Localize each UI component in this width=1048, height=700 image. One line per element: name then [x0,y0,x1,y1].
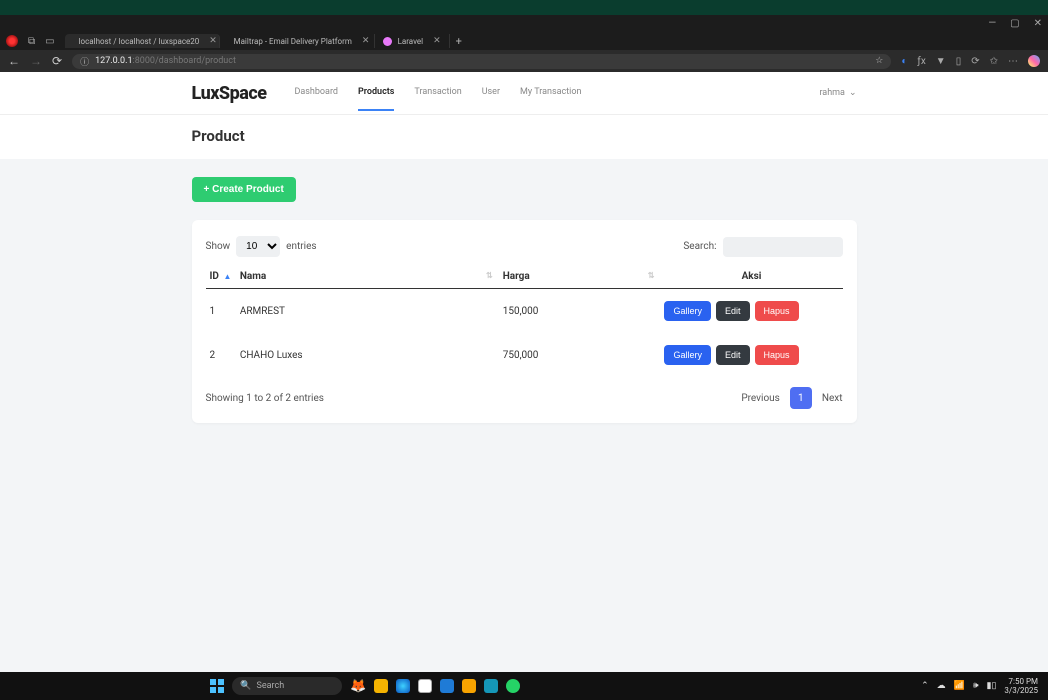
nav-transaction[interactable]: Transaction [414,75,461,111]
taskbar-app-explorer[interactable] [374,679,388,693]
tray-battery-icon[interactable]: ▮▯ [987,681,997,691]
extension-vite-icon[interactable]: ▼ [936,56,946,67]
start-button[interactable] [210,679,224,693]
nav-user[interactable]: User [482,75,500,111]
table-row: 2 CHAHO Luxes 750,000 Gallery Edit Hapus [206,333,843,377]
favorites-icon[interactable]: ✩ [990,56,998,67]
taskbar-search[interactable]: 🔍 Search [232,677,342,695]
back-button[interactable]: ← [8,54,20,68]
cell-id: 2 [206,333,236,377]
address-host: 127.0.0.1 [95,56,132,66]
edit-button[interactable]: Edit [716,301,750,321]
profile-avatar[interactable] [1028,55,1040,67]
taskbar-search-placeholder: Search [257,681,285,691]
cell-harga: 750,000 [499,333,661,377]
win-maximize-button[interactable]: ▢ [1010,18,1019,29]
sort-icon: ⇅ [486,271,493,280]
tray-wifi-icon[interactable]: 📶 [954,681,965,691]
gallery-button[interactable]: Gallery [664,301,711,321]
win-minimize-button[interactable]: — [988,18,996,29]
column-header-harga[interactable]: Harga ⇅ [499,265,661,289]
extension-refresh-icon[interactable]: ⟳ [971,56,979,67]
page-title: Product [192,127,857,145]
delete-button[interactable]: Hapus [755,301,799,321]
reload-button[interactable]: ⟳ [52,54,62,68]
column-header-nama[interactable]: Nama ⇅ [236,265,499,289]
cell-nama: ARMREST [236,289,499,334]
tray-cloud-icon[interactable]: ☁ [937,681,946,691]
browser-app-icon [6,35,18,47]
chevron-down-icon: ⌄ [849,88,857,98]
tab-3-label: Laravel [398,37,424,46]
entries-select[interactable]: 10 [236,236,280,257]
site-info-icon[interactable]: ⓘ [80,55,89,68]
logo[interactable]: LuxSpace [192,83,267,104]
windows-taskbar: 🔍 Search 🦊 ⌃ ☁ 📶 🕪 ▮▯ 7:50 PM 3/3/2025 [0,672,1048,700]
create-product-button[interactable]: + Create Product [192,177,296,202]
pagination-next[interactable]: Next [822,393,843,404]
column-header-aksi: Aksi [660,265,842,289]
tab-2-close-icon[interactable]: ✕ [362,36,370,46]
nav-my-transaction[interactable]: My Transaction [520,75,581,111]
delete-button[interactable]: Hapus [755,345,799,365]
cell-nama: CHAHO Luxes [236,333,499,377]
search-icon: 🔍 [240,681,251,691]
browser-tab-3[interactable]: Laravel ✕ [375,34,450,48]
taskbar-clock[interactable]: 7:50 PM 3/3/2025 [1004,677,1038,695]
sort-icon: ⇅ [648,271,655,280]
favicon-3 [383,37,392,46]
table-row: 1 ARMREST 150,000 Gallery Edit Hapus [206,289,843,334]
clock-time: 7:50 PM [1004,677,1038,686]
cell-harga: 150,000 [499,289,661,334]
column-header-id[interactable]: ID ▲ [206,265,236,289]
user-name: rahma [819,88,845,98]
taskbar-app-store[interactable] [418,679,432,693]
show-label-post: entries [286,241,316,252]
show-label-pre: Show [206,241,231,252]
search-label: Search: [683,241,716,252]
table-info: Showing 1 to 2 of 2 entries [206,393,324,404]
taskbar-app-whatsapp[interactable] [506,679,520,693]
tab-1-label: localhost / localhost / luxspace20 [79,37,200,46]
taskbar-app-vscode[interactable] [440,679,454,693]
tray-chevron-icon[interactable]: ⌃ [921,681,929,691]
clock-date: 3/3/2025 [1004,686,1038,695]
tray-volume-icon[interactable]: 🕪 [973,681,979,691]
tab-3-close-icon[interactable]: ✕ [433,36,441,46]
win-close-button[interactable]: ✕ [1034,18,1042,29]
pagination: Previous 1 Next [741,387,842,409]
taskbar-app-5[interactable] [484,679,498,693]
copilot-icon[interactable]: ◐ [901,56,907,67]
tab-1-close-icon[interactable]: ✕ [209,36,217,46]
sort-asc-icon: ▲ [223,272,231,281]
products-table: ID ▲ Nama ⇅ Harga ⇅ Aksi [206,265,843,377]
address-path: :8000/dashboard/product [133,56,236,66]
taskbar-app-edge[interactable] [396,679,410,693]
nav-dashboard[interactable]: Dashboard [294,75,338,111]
bookmark-star-icon[interactable]: ☆ [875,56,883,66]
tab-2-label: Mailtrap - Email Delivery Platform [234,37,352,46]
library-icon[interactable]: ▭ [45,36,54,47]
product-table-card: Show 10 entries Search: ID ▲ [192,220,857,423]
workspace-icon[interactable]: ⧉ [28,36,35,47]
gallery-button[interactable]: Gallery [664,345,711,365]
edit-button[interactable]: Edit [716,345,750,365]
pagination-page-1[interactable]: 1 [790,387,812,409]
browser-tab-1[interactable]: localhost / localhost / luxspace20 ✕ [65,34,220,48]
browser-menu-icon[interactable]: ⋯ [1008,56,1018,67]
task-view-button[interactable]: 🦊 [350,678,366,694]
top-nav: LuxSpace Dashboard Products Transaction … [0,72,1048,114]
extension-fx-icon[interactable]: ƒx [917,56,925,67]
pagination-prev[interactable]: Previous [741,393,780,404]
address-bar[interactable]: ⓘ 127.0.0.1:8000/dashboard/product ☆ [72,54,891,69]
search-input[interactable] [723,237,843,257]
new-tab-button[interactable]: + [456,35,462,48]
extension-mobile-icon[interactable]: ▯ [956,56,962,67]
taskbar-app-4[interactable] [462,679,476,693]
cell-id: 1 [206,289,236,334]
nav-products[interactable]: Products [358,75,394,111]
browser-tab-2[interactable]: Mailtrap - Email Delivery Platform ✕ [220,34,375,48]
forward-button: → [30,54,42,68]
user-menu[interactable]: rahma ⌄ [819,88,856,98]
